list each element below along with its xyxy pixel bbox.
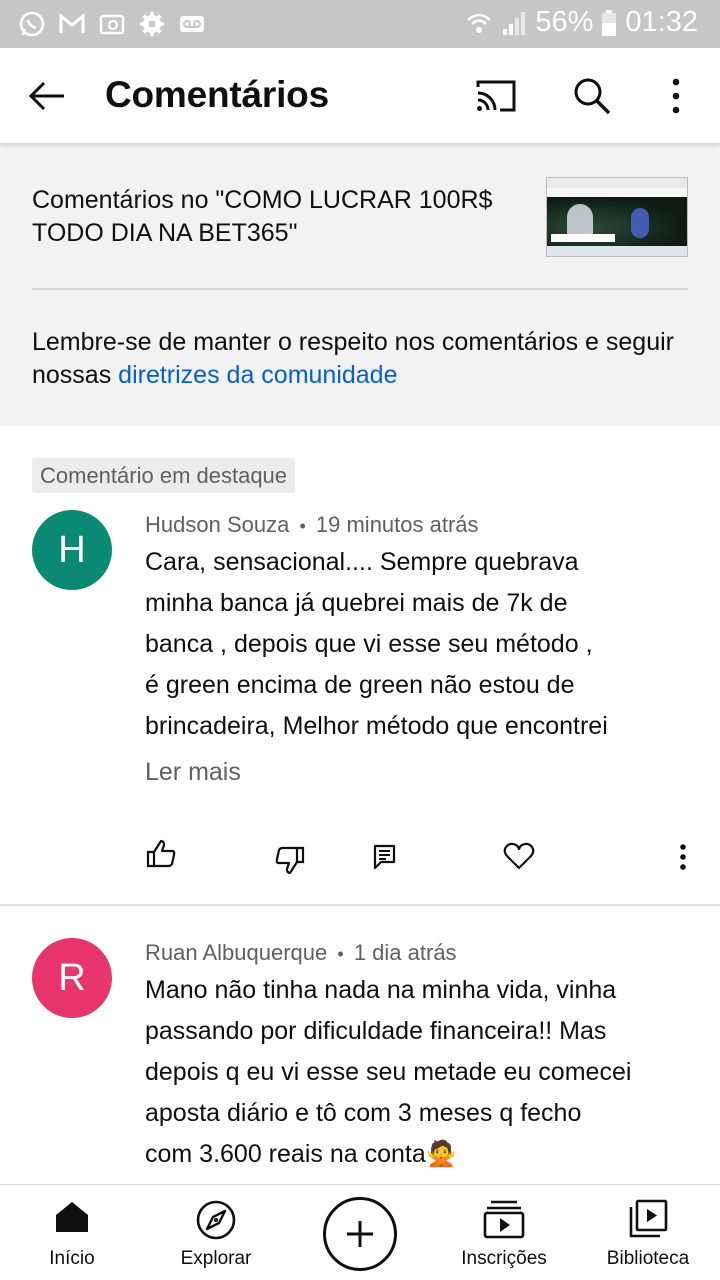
comment-meta: Ruan Albuquerque • 1 dia atrás [145,940,457,966]
dislike-icon[interactable] [274,844,306,876]
wifi-icon [467,13,492,33]
video-title: Comentários no "COMO LUCRAR 100R$ TODO D… [32,186,493,247]
comment-line: passando por dificuldade financeira!! Ma… [145,1017,607,1045]
comment-author[interactable]: Hudson Souza [145,512,289,537]
community-guidelines-link[interactable]: diretrizes da comunidade [118,361,397,389]
explore-icon [196,1200,236,1240]
nav-home[interactable]: Início [20,1185,124,1280]
comment-author[interactable]: Ruan Albuquerque [145,940,327,965]
create-plus-icon [347,1221,373,1247]
nav-library[interactable]: Biblioteca [596,1185,700,1280]
comment-line: é green encima de green não estou de [145,671,575,699]
whatsapp-icon [19,11,45,37]
home-icon [56,1202,88,1232]
clock: 01:32 [625,6,698,38]
meta-separator: • [299,516,306,536]
comment-line: minha banca já quebrei mais de 7k de [145,589,568,617]
voicemail-icon [180,16,204,32]
comment-text: Mano não tinha nada na minha vida, vinha… [145,970,715,1175]
heart-icon[interactable] [503,841,535,871]
status-bar: 56% 01:32 [0,0,720,48]
comments-header: Comentários no "COMO LUCRAR 100R$ TODO D… [0,144,720,426]
read-more-link[interactable]: Ler mais [145,758,241,787]
like-icon[interactable] [145,838,177,870]
comment-line: com 3.600 reais na conta🙅 [145,1140,457,1168]
video-thumbnail[interactable] [546,177,688,257]
cast-icon[interactable] [474,78,518,114]
app-bar: Comentários [0,48,720,144]
library-icon [629,1199,668,1238]
create-button[interactable] [323,1197,397,1271]
search-icon[interactable] [572,76,612,116]
settings-icon [140,12,164,36]
meta-separator: • [337,944,344,964]
nav-label-library: Biblioteca [606,1248,690,1269]
page-title: Comentários [105,74,329,115]
avatar[interactable]: R [32,938,112,1018]
nav-subscriptions[interactable]: Inscrições [448,1185,560,1280]
battery-icon [602,9,617,36]
nav-explore[interactable]: Explorar [160,1185,272,1280]
comment-time: 1 dia atrás [353,940,457,965]
comment-line: Mano não tinha nada na minha vida, vinha [145,976,617,1004]
more-vert-icon[interactable] [668,76,684,116]
comment-line: banca , depois que vi esse seu método , [145,630,593,658]
nav-label-subscriptions: Inscrições [461,1248,547,1269]
comment-time: 19 minutos atrás [315,512,479,537]
signal-icon [503,11,526,35]
subscriptions-icon [483,1200,525,1239]
email-icon [99,14,125,35]
bottom-navigation: Início Explorar Inscrições Biblioteca [0,1184,720,1280]
comment-divider [0,904,720,906]
comment-line: brincadeira, Melhor método que encontrei [145,712,608,740]
divider [32,288,688,290]
community-notice: Lembre-se de manter o respeito nos comen… [32,326,692,392]
highlighted-comment-badge: Comentário em destaque [32,458,296,493]
gmail-icon [59,12,85,33]
comment-line: depois q eu vi esse seu metade eu comece… [145,1058,632,1086]
comment-line: Cara, sensacional.... Sempre quebrava [145,548,579,576]
more-vert-icon[interactable] [677,843,689,871]
back-arrow-icon[interactable] [26,76,68,116]
reply-icon[interactable] [373,844,397,870]
avatar[interactable]: H [32,510,112,590]
battery-percent: 56% [535,6,594,38]
nav-label-home: Início [49,1248,95,1269]
comment-text: Cara, sensacional.... Sempre quebrava mi… [145,542,705,747]
comment-line: aposta diário e tô com 3 meses q fecho [145,1099,582,1127]
comment-meta: Hudson Souza • 19 minutos atrás [145,512,479,538]
nav-label-explore: Explorar [180,1248,252,1269]
